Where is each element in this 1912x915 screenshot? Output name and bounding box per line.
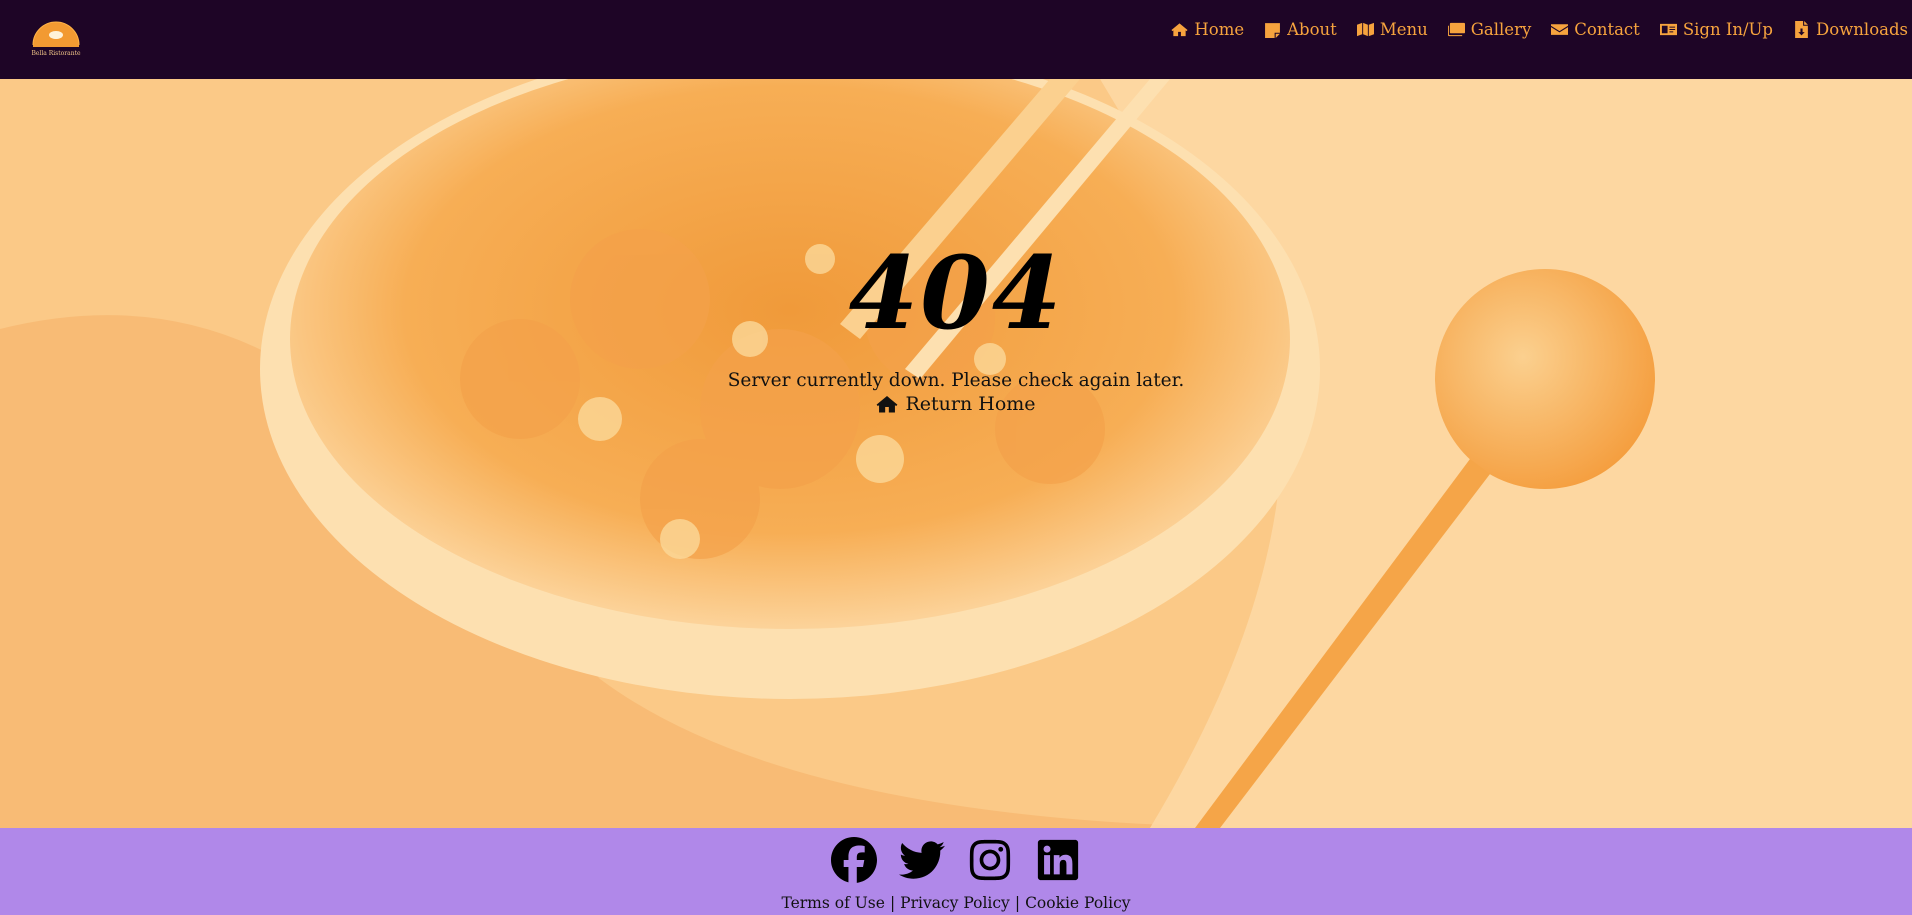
nav-links: Home About Menu Gallery Contact Sign In/… <box>1151 20 1908 39</box>
nav-gallery[interactable]: Gallery <box>1447 20 1532 39</box>
nav-about-label: About <box>1287 20 1337 39</box>
nav-gallery-label: Gallery <box>1470 20 1532 39</box>
twitter-icon <box>898 841 945 879</box>
logo-text: Bella Ristorante <box>31 50 81 57</box>
nav-menu[interactable]: Menu <box>1356 20 1428 39</box>
error-message: Server currently down. Please check agai… <box>727 370 1185 391</box>
hero-section: 404 Server currently down. Please check … <box>0 79 1912 828</box>
error-code: 404 <box>848 234 1064 352</box>
images-icon <box>1447 22 1465 37</box>
nav-home[interactable]: Home <box>1171 20 1244 39</box>
social-links <box>0 837 1912 883</box>
home-icon <box>1171 23 1188 37</box>
file-download-icon <box>1795 21 1808 38</box>
home-icon <box>877 396 898 413</box>
instagram-icon <box>969 839 1011 881</box>
map-icon <box>1356 22 1374 37</box>
sticky-note-icon <box>1265 23 1281 38</box>
twitter-link[interactable] <box>898 837 945 883</box>
nav-contact-label: Contact <box>1574 20 1640 39</box>
instagram-link[interactable] <box>967 837 1013 883</box>
id-card-icon <box>1659 23 1677 36</box>
nav-downloads[interactable]: Downloads <box>1793 20 1908 39</box>
separator: | <box>1014 894 1021 912</box>
separator: | <box>889 894 896 912</box>
nav-about[interactable]: About <box>1264 20 1337 39</box>
nav-signin-label: Sign In/Up <box>1682 20 1773 39</box>
cookie-link[interactable]: Cookie Policy <box>1025 894 1130 912</box>
linkedin-icon <box>1037 839 1079 881</box>
terms-link[interactable]: Terms of Use <box>781 894 884 912</box>
privacy-link[interactable]: Privacy Policy <box>900 894 1010 912</box>
return-home-label: Return Home <box>905 393 1036 415</box>
food-background-image <box>0 79 1912 828</box>
footer-links: Terms of Use | Privacy Policy | Cookie Polic… <box>0 894 1912 912</box>
nav-signin[interactable]: Sign In/Up <box>1659 20 1773 39</box>
return-home-link[interactable]: Return Home <box>0 393 1912 415</box>
nav-home-label: Home <box>1194 20 1245 39</box>
footer: Terms of Use | Privacy Policy | Cookie Polic… <box>0 828 1912 915</box>
nav-downloads-label: Downloads <box>1816 20 1908 39</box>
logo[interactable]: Bella Ristorante <box>30 19 82 59</box>
nav-contact[interactable]: Contact <box>1551 20 1640 39</box>
navbar: Bella Ristorante Home About Menu Gallery… <box>0 0 1912 79</box>
linkedin-link[interactable] <box>1035 837 1081 883</box>
facebook-link[interactable] <box>831 837 877 883</box>
nav-menu-label: Menu <box>1379 20 1428 39</box>
facebook-icon <box>831 837 877 883</box>
envelope-icon <box>1551 24 1569 35</box>
